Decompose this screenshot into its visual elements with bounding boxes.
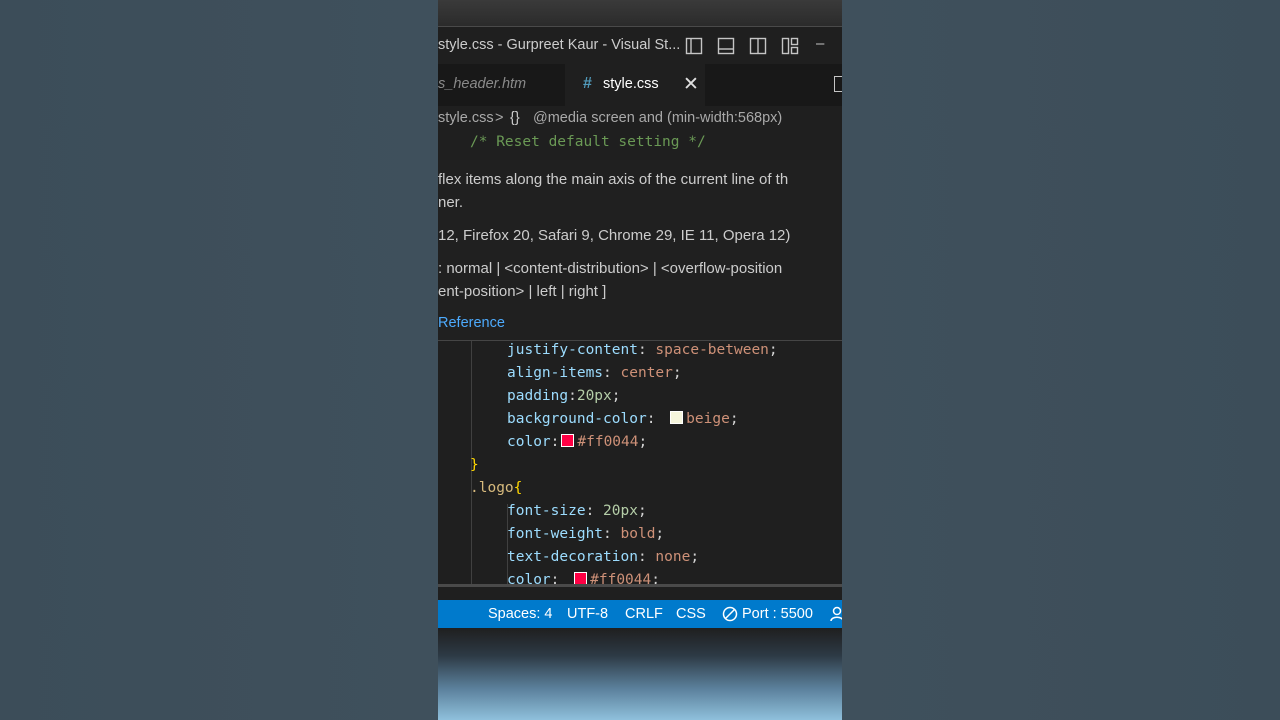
hover-reference-link[interactable]: Reference (438, 315, 505, 331)
css-file-icon: # (583, 75, 592, 92)
code-line: } (470, 457, 479, 473)
braces-symbol-icon: {} (510, 110, 520, 126)
status-eol[interactable]: CRLF (625, 606, 663, 622)
toggle-secondary-sidebar-icon[interactable] (749, 37, 767, 55)
hover-description-cont: ner. (438, 194, 464, 211)
tab-bar: s_header.htm # style.css ✕ (438, 64, 842, 106)
vscode-window: style.css - Gurpreet Kaur - Visual St...… (438, 0, 842, 720)
status-language[interactable]: CSS (676, 606, 706, 622)
breadcrumb-symbol[interactable]: @media screen and (min-width:568px) (533, 110, 782, 126)
hover-description: flex items along the main axis of the cu… (438, 171, 789, 188)
breadcrumb: style.css > {} @media screen and (min-wi… (438, 108, 842, 132)
chevron-right-icon: > (495, 110, 504, 126)
hover-syntax-cont: ent-position> | left | right ] (438, 283, 607, 300)
account-icon[interactable] (830, 606, 842, 622)
code-line: color: #ff0044; (507, 434, 648, 450)
status-bar: Spaces: 4 UTF-8 CRLF CSS Port : 5500 (438, 600, 842, 628)
hover-tooltip: flex items along the main axis of the cu… (438, 160, 842, 341)
hover-browser-support: 12, Firefox 20, Safari 9, Chrome 29, IE … (438, 227, 791, 244)
tab-label: s_header.htm (438, 76, 527, 92)
tab-style-css[interactable]: # style.css ✕ (565, 64, 705, 106)
breadcrumb-file[interactable]: style.css (438, 110, 494, 126)
color-swatch[interactable] (670, 411, 684, 424)
color-swatch[interactable] (561, 434, 575, 447)
bottom-glow (438, 628, 842, 720)
customize-layout-icon[interactable] (781, 37, 799, 55)
code-editor[interactable]: justify-content: space-between; align-it… (438, 341, 842, 589)
title-bar: style.css - Gurpreet Kaur - Visual St...… (438, 26, 842, 65)
code-line: font-weight: bold; (507, 526, 665, 542)
close-icon[interactable]: ✕ (683, 73, 699, 96)
code-line: align-items: center; (507, 365, 682, 381)
code-line: .logo{ (470, 480, 523, 496)
top-strip (438, 0, 842, 26)
toggle-primary-sidebar-icon[interactable] (685, 37, 703, 55)
status-indentation[interactable]: Spaces: 4 (488, 606, 553, 622)
code-line: font-size: 20px; (507, 503, 647, 519)
window-title: style.css - Gurpreet Kaur - Visual St... (438, 37, 681, 53)
tab-label: style.css (603, 76, 659, 92)
status-encoding[interactable]: UTF-8 (567, 606, 608, 622)
code-line: justify-content: space-between; (507, 342, 778, 358)
split-editor-icon[interactable] (834, 76, 842, 92)
hover-syntax: : normal | <content-distribution> | <ove… (438, 260, 783, 277)
code-line: padding:20px; (507, 388, 621, 404)
code-comment-line: /* Reset default setting */ (470, 134, 706, 150)
horizontal-scrollbar[interactable] (438, 584, 842, 587)
status-port[interactable]: Port : 5500 (742, 606, 813, 622)
no-entry-icon (722, 606, 738, 622)
minimize-button[interactable]: – (816, 35, 824, 52)
tab-s-header-htm[interactable]: s_header.htm (438, 64, 564, 106)
toggle-panel-icon[interactable] (717, 37, 735, 55)
code-line: text-decoration: none; (507, 549, 700, 565)
code-line: background-color: beige; (507, 411, 739, 427)
